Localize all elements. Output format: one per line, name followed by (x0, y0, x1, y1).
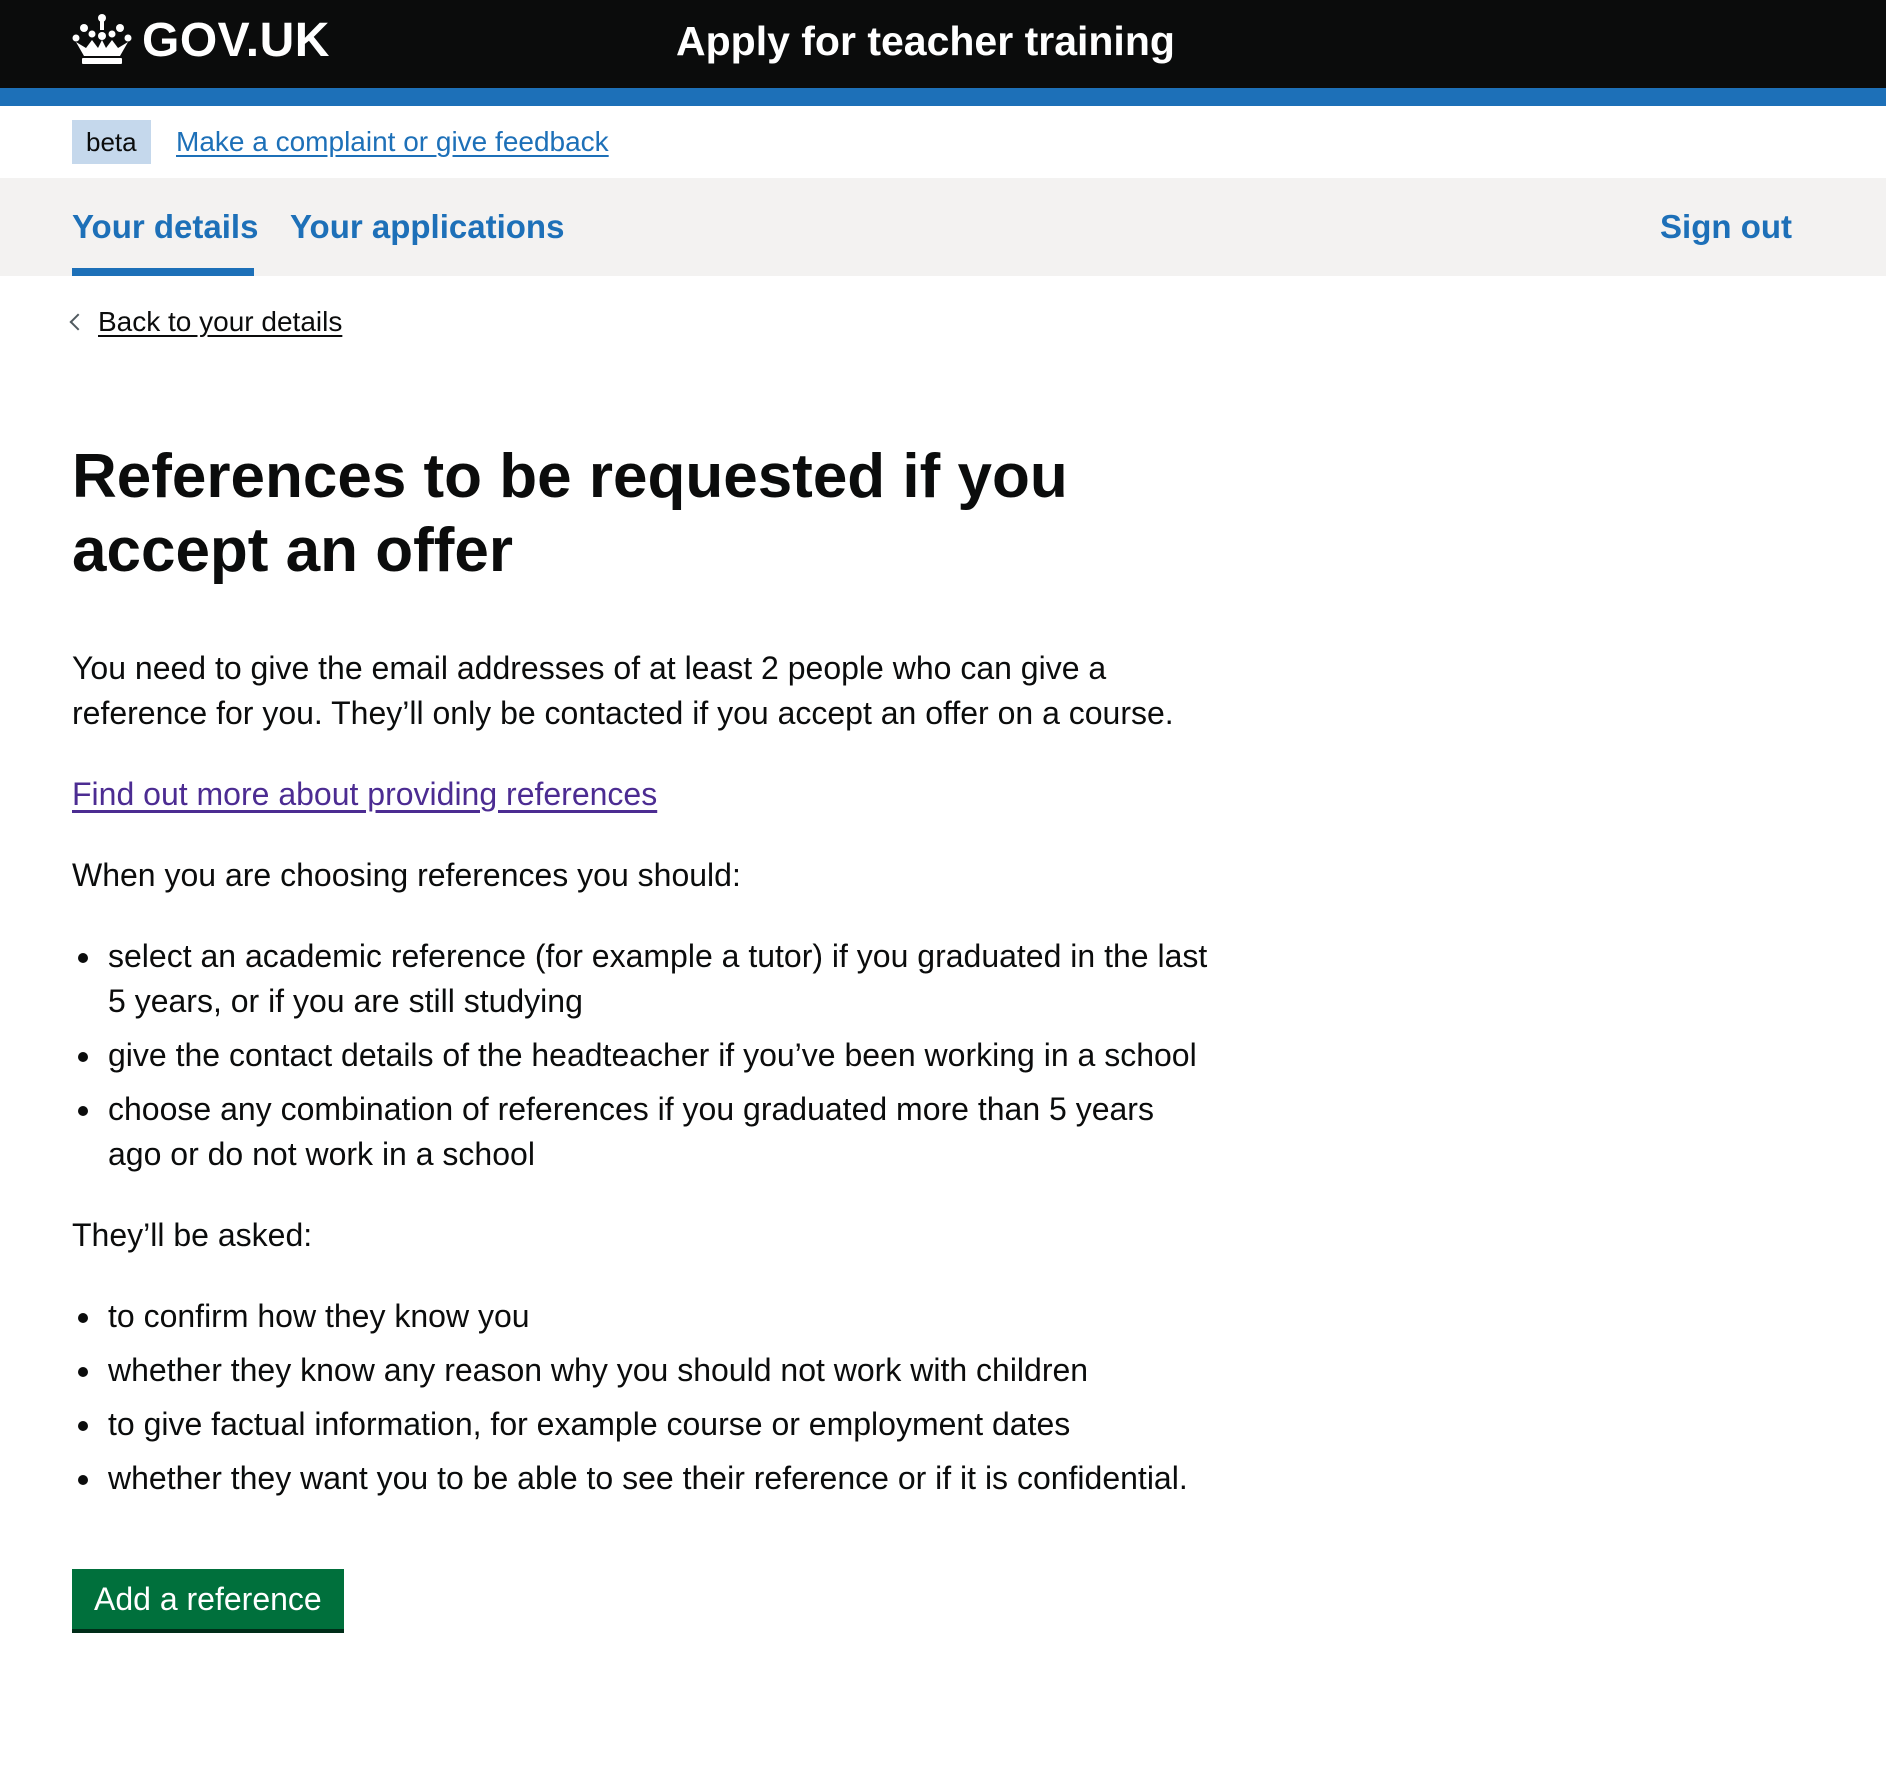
header-blue-line (0, 88, 1886, 106)
list-item: give the contact details of the headteac… (72, 1033, 1212, 1078)
nav-item-your-details[interactable]: Your details (72, 208, 258, 246)
back-link[interactable]: Back to your details (98, 306, 342, 338)
list-item: whether they want you to be able to see … (72, 1456, 1212, 1501)
sign-out-link[interactable]: Sign out (1660, 208, 1792, 246)
service-name-link[interactable]: Apply for teacher training (676, 18, 1175, 65)
back-link-container: Back to your details (69, 306, 342, 338)
govuk-logo-link[interactable]: GOV.UK (72, 12, 330, 68)
crown-icon (72, 14, 132, 64)
nav-item-your-applications[interactable]: Your applications (290, 208, 564, 246)
list-item: to confirm how they know you (72, 1294, 1212, 1339)
nav-active-indicator (72, 268, 254, 276)
chevron-left-icon (69, 313, 87, 331)
feedback-link[interactable]: Make a complaint or give feedback (176, 126, 609, 158)
asked-lead-text: They’ll be asked: (72, 1217, 313, 1253)
phase-banner: beta Make a complaint or give feedback (0, 106, 1886, 178)
list-item: whether they know any reason why you sho… (72, 1348, 1212, 1393)
asked-list: to confirm how they know you whether the… (72, 1294, 1212, 1501)
page-title: References to be requested if you accept… (72, 442, 1068, 585)
site-header: GOV.UK Apply for teacher training (0, 0, 1886, 106)
intro-text: You need to give the email addresses of … (72, 650, 1174, 731)
list-item: select an academic reference (for exampl… (72, 934, 1212, 1024)
logo-text: GOV.UK (142, 13, 330, 67)
list-item: choose any combination of references if … (72, 1087, 1212, 1177)
phase-tag: beta (72, 120, 151, 164)
list-item: to give factual information, for example… (72, 1402, 1212, 1447)
choosing-lead-text: When you are choosing references you sho… (72, 857, 741, 893)
choosing-list: select an academic reference (for exampl… (72, 934, 1212, 1177)
find-out-more-link[interactable]: Find out more about providing references (72, 776, 657, 812)
add-reference-button[interactable]: Add a reference (72, 1569, 344, 1629)
primary-navigation: Your details Your applications Sign out (0, 178, 1886, 276)
main-content: References to be requested if you accept… (72, 440, 1212, 1629)
find-out-more-paragraph: Find out more about providing references (72, 772, 1212, 817)
